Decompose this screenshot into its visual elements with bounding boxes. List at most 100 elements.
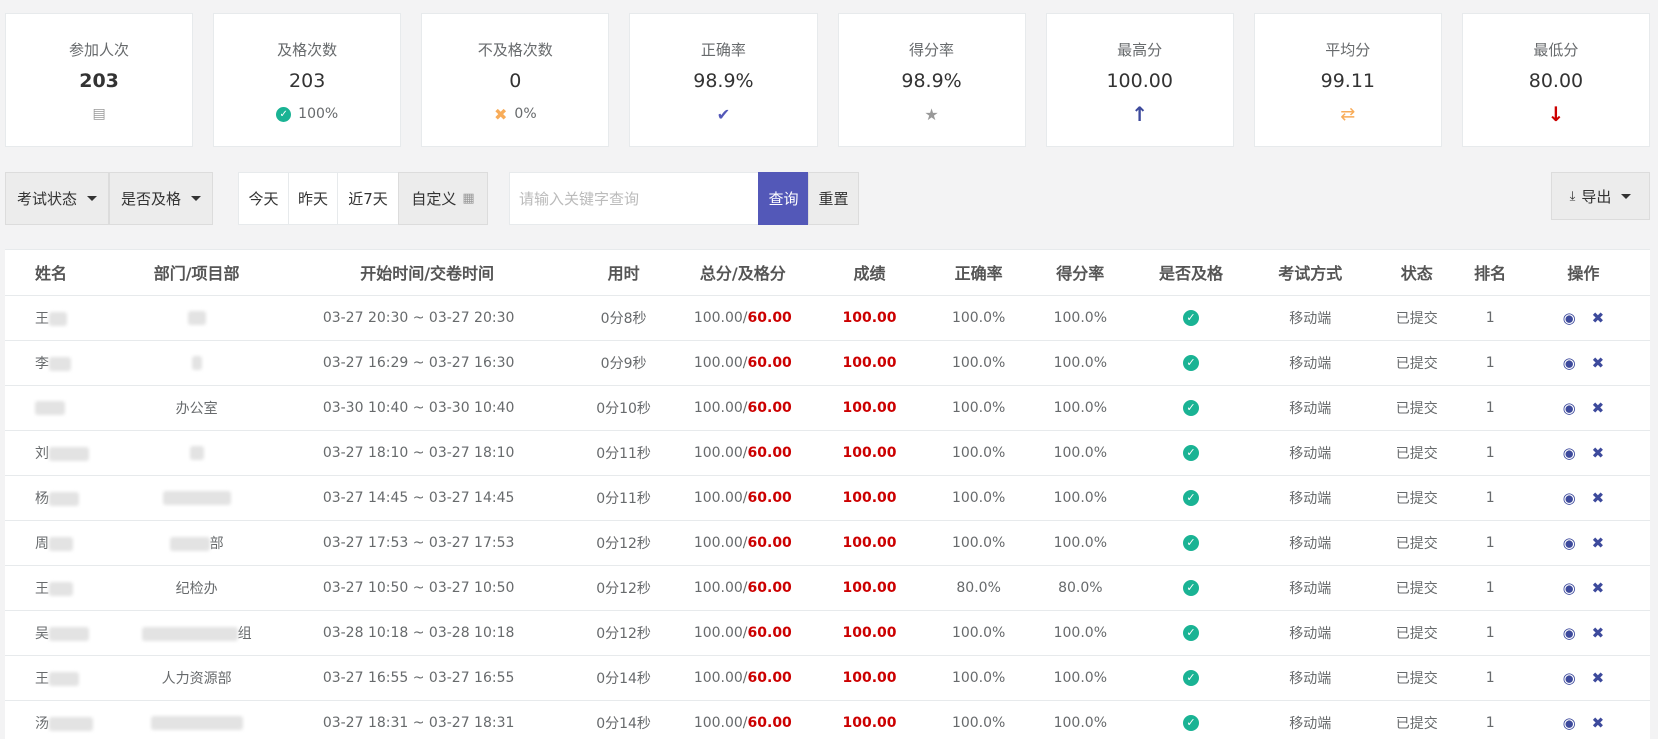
search-input[interactable] [509, 172, 759, 225]
cell-passed: ✓ [1131, 700, 1251, 739]
table-row[interactable]: 周部 03-27 17:53 ~ 03-27 17:53 0分12秒 100.00/6… [5, 520, 1650, 566]
reset-label: 重置 [818, 190, 849, 208]
table-row[interactable]: 刘 03-27 18:10 ~ 03-27 18:10 0分11秒 100.00/60… [5, 430, 1650, 476]
cell-rank: 1 [1463, 610, 1517, 656]
table-row[interactable]: 吴组 03-28 10:18 ~ 03-28 10:18 0分12秒 100.00/6… [5, 610, 1650, 656]
eye-icon[interactable]: ◉ [1563, 399, 1576, 417]
custom-date-button[interactable]: 自定义 ▦ [398, 172, 488, 225]
column-header[interactable]: 操作 [1516, 250, 1650, 296]
yesterday-button[interactable]: 昨天 [288, 172, 338, 225]
cell-duration: 0分14秒 [572, 700, 675, 739]
cell-passed: ✓ [1131, 655, 1251, 701]
stat-label: 正确率 [700, 41, 746, 59]
column-header[interactable]: 正确率 [928, 250, 1030, 296]
stat-indicator: ★ [839, 104, 1025, 124]
column-header[interactable]: 开始时间/交卷时间 [281, 250, 573, 296]
column-header[interactable]: 用时 [572, 250, 675, 296]
cell-duration: 0分9秒 [572, 340, 675, 386]
cell-accuracy: 100.0% [928, 295, 1030, 341]
cell-time: 03-27 16:55 ~ 03-27 16:55 [281, 655, 573, 701]
delete-icon[interactable]: ✖ [1592, 714, 1605, 732]
column-header[interactable]: 姓名 [5, 250, 112, 296]
cell-dept: 纪检办 [111, 565, 282, 611]
column-header[interactable]: 得分率 [1029, 250, 1132, 296]
cell-score: 100.00 [810, 655, 929, 701]
delete-icon[interactable]: ✖ [1592, 489, 1605, 507]
cell-duration: 0分14秒 [572, 655, 675, 701]
check-circle-icon: ✓ [1183, 354, 1200, 371]
pass-filter-dropdown[interactable]: 是否及格 [109, 172, 213, 225]
today-button[interactable]: 今天 [238, 172, 289, 225]
delete-icon[interactable]: ✖ [1592, 579, 1605, 597]
column-header[interactable]: 排名 [1463, 250, 1517, 296]
eye-icon[interactable]: ◉ [1563, 309, 1576, 327]
cell-name: 刘 [5, 430, 112, 476]
delete-icon[interactable]: ✖ [1592, 399, 1605, 417]
cell-time: 03-27 17:53 ~ 03-27 17:53 [281, 520, 573, 566]
delete-icon[interactable]: ✖ [1592, 534, 1605, 552]
stat-value: 98.9% [901, 70, 962, 92]
delete-icon[interactable]: ✖ [1592, 354, 1605, 372]
cell-name: 王 [5, 655, 112, 701]
column-header[interactable]: 考试方式 [1250, 250, 1370, 296]
download-icon: ⤓ [1569, 188, 1576, 204]
cell-total-pass: 100.00/60.00 [674, 565, 811, 611]
table-row[interactable]: 汤 03-27 18:31 ~ 03-27 18:31 0分14秒 100.00/60… [5, 700, 1650, 739]
last7-button[interactable]: 近7天 [337, 172, 399, 225]
eye-icon[interactable]: ◉ [1563, 714, 1576, 732]
results-table: 姓名 部门/项目部 开始时间/交卷时间 用时 总分/及格分 成绩 正确率 得分率 是否及格 考试方… [5, 250, 1650, 739]
cell-name: 王 [5, 295, 112, 341]
cell-status: 已提交 [1369, 295, 1464, 341]
pass-score: 60.00 [747, 579, 792, 596]
cell-dept [111, 430, 282, 476]
delete-icon[interactable]: ✖ [1592, 669, 1605, 687]
cell-total-pass: 100.00/60.00 [674, 475, 811, 521]
table-row[interactable]: 李 03-27 16:29 ~ 03-27 16:30 0分9秒 100.00/60.… [5, 340, 1650, 386]
reset-button[interactable]: 重置 [808, 172, 859, 225]
total-score: 100.00/ [693, 309, 748, 326]
column-header[interactable]: 成绩 [810, 250, 929, 296]
eye-icon[interactable]: ◉ [1563, 444, 1576, 462]
total-score: 100.00/ [693, 444, 748, 461]
check-circle-icon: ✓ [1183, 489, 1200, 506]
table-row[interactable]: 王 03-27 20:30 ~ 03-27 20:30 0分8秒 100.00/60.… [5, 295, 1650, 341]
delete-icon[interactable]: ✖ [1592, 444, 1605, 462]
table-row[interactable]: 王人力资源部 03-27 16:55 ~ 03-27 16:55 0分14秒 100.… [5, 655, 1650, 701]
stat-value: 98.9% [693, 70, 754, 92]
table-row[interactable]: 办公室 03-30 10:40 ~ 03-30 10:40 0分10秒 100.00/… [5, 385, 1650, 431]
stat-indicator: ✖ 0% [422, 104, 608, 124]
check-circle-icon: ✓ [1183, 714, 1200, 731]
eye-icon[interactable]: ◉ [1563, 624, 1576, 642]
cell-duration: 0分12秒 [572, 565, 675, 611]
export-dropdown[interactable]: ⤓ 导出 [1551, 172, 1650, 220]
today-label: 今天 [248, 190, 279, 208]
cell-status: 已提交 [1369, 385, 1464, 431]
star-icon: ★ [924, 104, 939, 124]
eye-icon[interactable]: ◉ [1563, 669, 1576, 687]
cell-time: 03-27 10:50 ~ 03-27 10:50 [281, 565, 573, 611]
table-row[interactable]: 杨 03-27 14:45 ~ 03-27 14:45 0分11秒 100.00/60… [5, 475, 1650, 521]
caret-down-icon [191, 196, 201, 201]
column-header[interactable]: 状态 [1369, 250, 1464, 296]
table-row[interactable]: 王纪检办 03-27 10:50 ~ 03-27 10:50 0分12秒 100.00… [5, 565, 1650, 611]
cell-score: 100.00 [810, 565, 929, 611]
dept-text: 办公室 [175, 400, 218, 417]
score-value: 100.00 [842, 534, 897, 551]
eye-icon[interactable]: ◉ [1563, 489, 1576, 507]
eye-icon[interactable]: ◉ [1563, 579, 1576, 597]
redacted-mask [49, 491, 79, 506]
query-button[interactable]: 查询 [758, 172, 809, 225]
total-score: 100.00/ [693, 669, 748, 686]
exam-status-dropdown[interactable]: 考试状态 [5, 172, 109, 225]
filter-toolbar: 考试状态 是否及格 今天 昨天 近7天 自定义 ▦ 查询 重置 ⤓ 导出 [5, 172, 1650, 225]
column-header[interactable]: 部门/项目部 [111, 250, 282, 296]
delete-icon[interactable]: ✖ [1592, 624, 1605, 642]
delete-icon[interactable]: ✖ [1592, 309, 1605, 327]
eye-icon[interactable]: ◉ [1563, 534, 1576, 552]
eye-icon[interactable]: ◉ [1563, 354, 1576, 372]
stat-value: 100.00 [1106, 70, 1173, 92]
column-header[interactable]: 总分/及格分 [674, 250, 811, 296]
column-header[interactable]: 是否及格 [1131, 250, 1251, 296]
cell-actions: ◉ ✖ [1516, 475, 1650, 521]
cell-accuracy: 100.0% [928, 700, 1030, 739]
